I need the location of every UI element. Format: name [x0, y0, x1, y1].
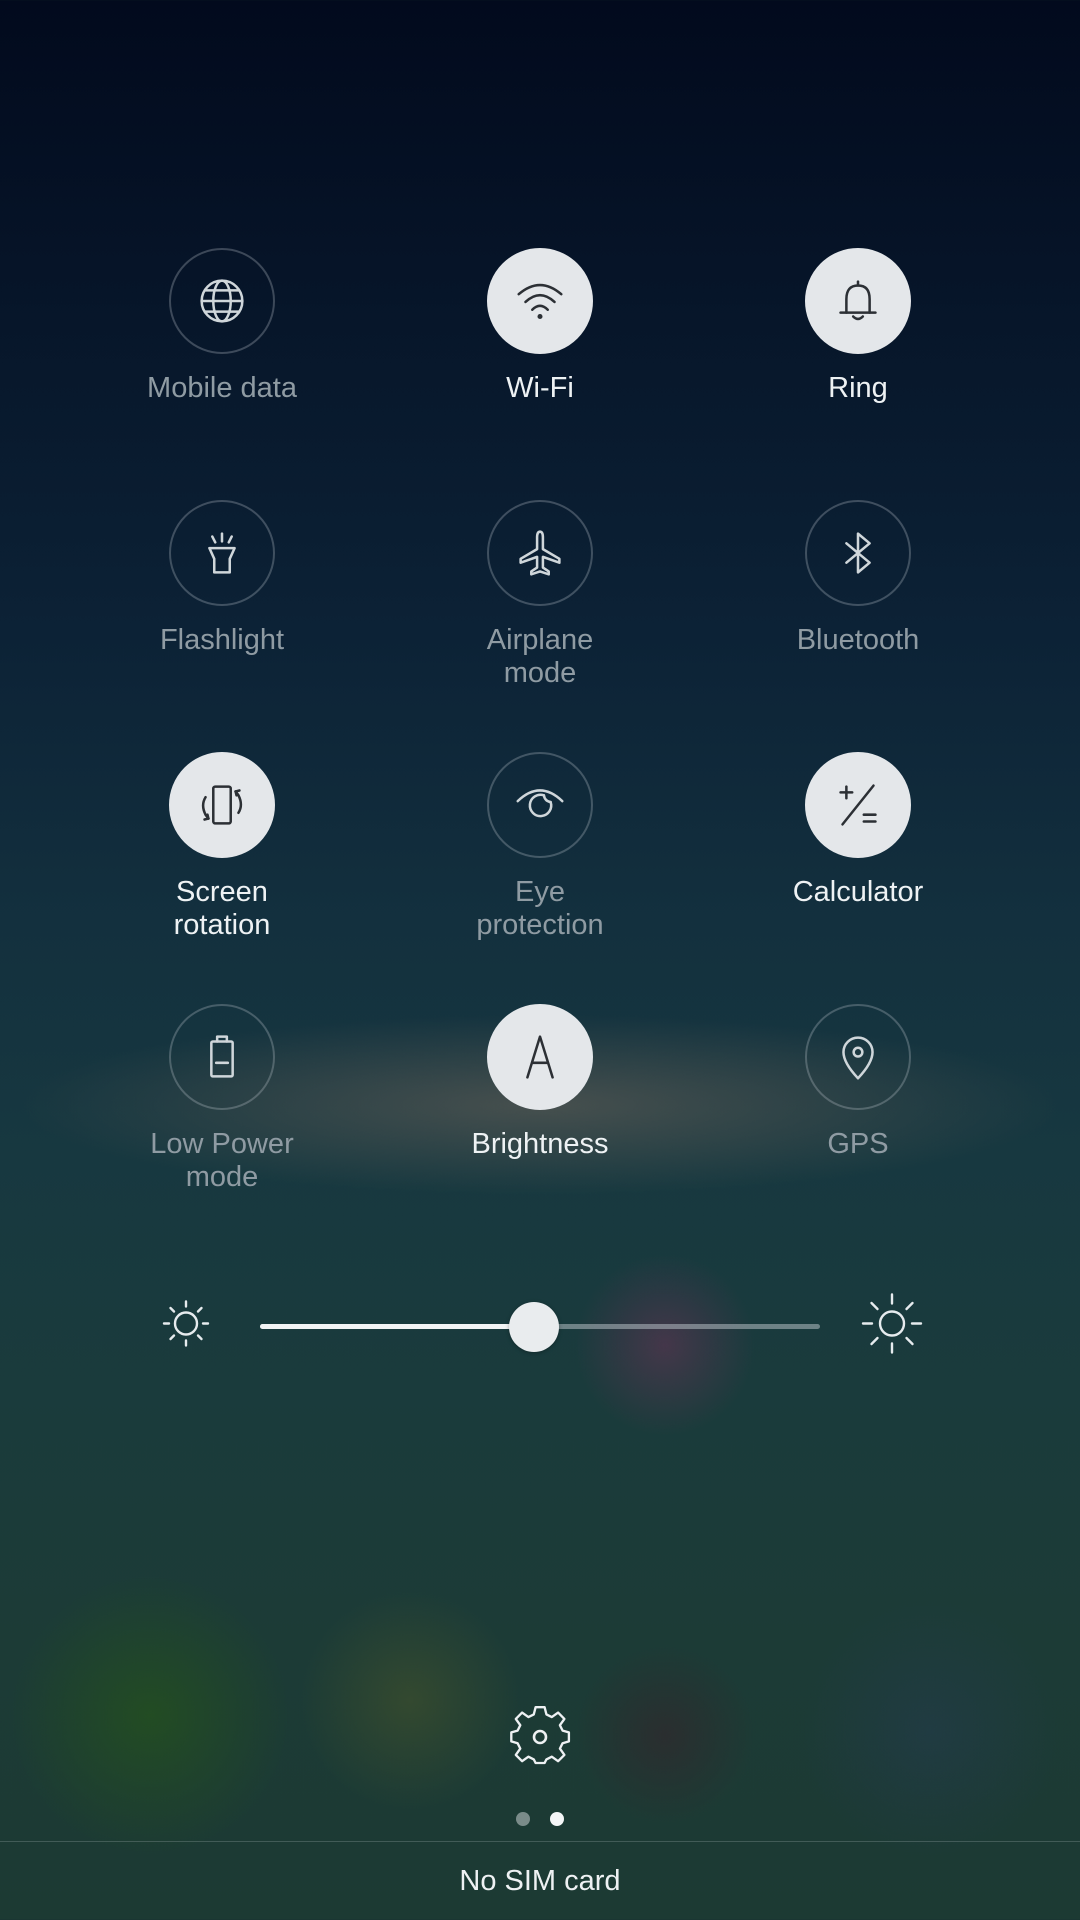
tile-low-power-mode-circle[interactable]	[169, 1004, 275, 1110]
tile-screen-rotation-circle[interactable]	[169, 752, 275, 858]
tile-gps-circle[interactable]	[805, 1004, 911, 1110]
tile-gps[interactable]: GPS	[728, 1004, 988, 1161]
flashlight-icon	[208, 532, 236, 574]
brightness-slider-thumb[interactable]	[509, 1301, 560, 1352]
brightness-slider-fill	[260, 1324, 535, 1329]
tile-eye-protection[interactable]: Eye protection	[410, 752, 670, 942]
page-dot-1[interactable]	[516, 1812, 530, 1826]
page-dot-2[interactable]	[550, 1812, 564, 1826]
tile-calculator-circle[interactable]	[805, 752, 911, 858]
tile-mobile-data-label: Mobile data	[147, 372, 297, 404]
tile-airplane-mode-label: Airplane mode	[486, 624, 594, 689]
tile-eye-protection-label: Eye protection	[476, 876, 604, 941]
tile-low-power-mode[interactable]: Low Power mode	[92, 1004, 352, 1194]
tile-bluetooth-label: Bluetooth	[796, 624, 920, 656]
calculator-icon	[839, 784, 877, 826]
tile-airplane-mode-circle[interactable]	[487, 500, 593, 606]
tile-flashlight-label: Flashlight	[159, 624, 285, 656]
tile-mobile-data-circle[interactable]	[169, 248, 275, 354]
tile-calculator-label: Calculator	[792, 876, 924, 908]
tile-gps-label: GPS	[827, 1128, 889, 1160]
tile-ring[interactable]: Ring	[728, 248, 988, 405]
tile-wifi-circle[interactable]	[487, 248, 593, 354]
globe-icon	[200, 279, 244, 323]
brightness-slider-row	[0, 1290, 1080, 1362]
sim-status-text: No SIM card	[459, 1865, 621, 1897]
bell-icon	[839, 280, 877, 321]
tile-low-power-mode-label: Low Power mode	[150, 1128, 294, 1193]
tile-eye-protection-circle[interactable]	[487, 752, 593, 858]
tile-flashlight[interactable]: Flashlight	[92, 500, 352, 657]
tile-ring-circle[interactable]	[805, 248, 911, 354]
sim-status-bar: No SIM card	[0, 1841, 1080, 1920]
settings-button[interactable]	[505, 1700, 575, 1770]
tile-bluetooth[interactable]: Bluetooth	[728, 500, 988, 657]
screen-rotation-icon	[201, 785, 243, 825]
gear-icon	[510, 1706, 571, 1765]
tile-mobile-data[interactable]: Mobile data	[92, 248, 352, 405]
wifi-icon	[517, 283, 563, 320]
battery-icon	[210, 1035, 234, 1078]
tile-calculator[interactable]: Calculator	[728, 752, 988, 909]
tile-brightness[interactable]: Brightness	[410, 1004, 670, 1161]
tile-flashlight-circle[interactable]	[169, 500, 275, 606]
tile-airplane-mode[interactable]: Airplane mode	[410, 500, 670, 690]
tile-brightness-circle[interactable]	[487, 1004, 593, 1110]
eye-icon	[516, 789, 564, 818]
tile-screen-rotation[interactable]: Screen rotation	[92, 752, 352, 942]
tile-wifi[interactable]: Wi-Fi	[410, 248, 670, 405]
auto-brightness-icon	[526, 1035, 554, 1079]
brightness-slider[interactable]	[260, 1301, 820, 1352]
tile-bluetooth-circle[interactable]	[805, 500, 911, 606]
location-pin-icon	[842, 1036, 874, 1080]
bluetooth-icon	[845, 532, 871, 574]
sun-small-icon	[160, 1298, 212, 1355]
tile-screen-rotation-label: Screen rotation	[173, 876, 271, 941]
sun-large-icon	[860, 1292, 924, 1361]
tile-brightness-label: Brightness	[471, 1128, 609, 1160]
tile-wifi-label: Wi-Fi	[506, 372, 574, 404]
page-indicator	[0, 1812, 1080, 1826]
airplane-icon	[519, 530, 561, 576]
tile-ring-label: Ring	[828, 372, 888, 404]
